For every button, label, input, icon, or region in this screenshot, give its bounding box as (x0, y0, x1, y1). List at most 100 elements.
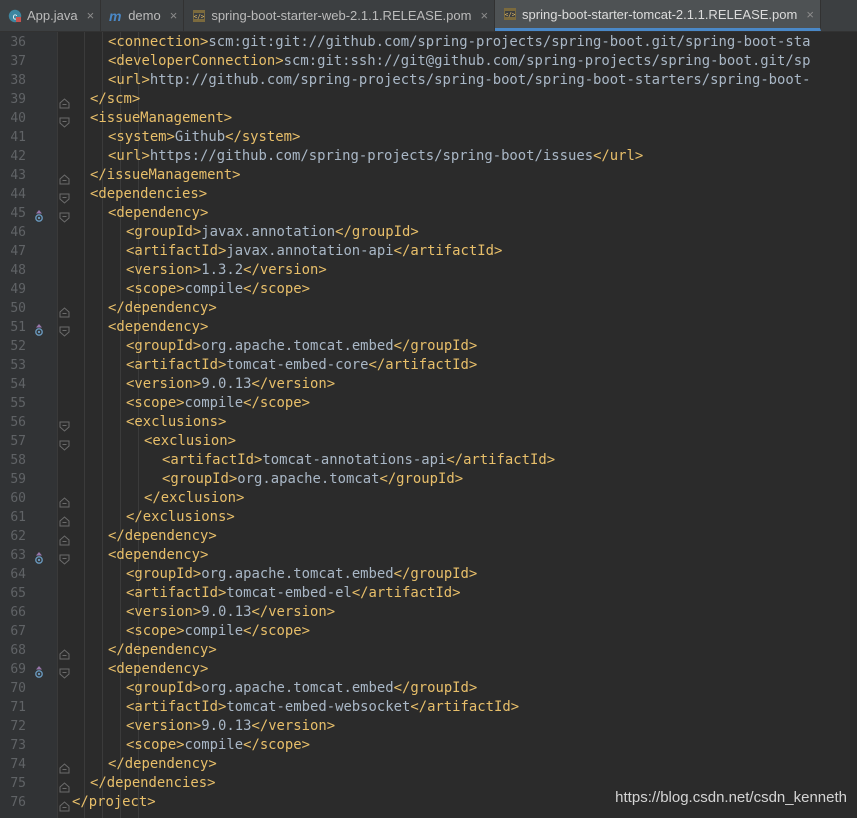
xml-tag: </project> (72, 794, 156, 810)
fold-end-icon[interactable] (59, 170, 70, 185)
xml-text: tomcat-annotations-api (262, 452, 447, 468)
fold-end-icon[interactable] (59, 531, 70, 546)
code-line: <dependency> (108, 318, 208, 337)
tab-1[interactable]: c App.java × (0, 0, 102, 31)
fold-end-icon[interactable] (59, 94, 70, 109)
code-line: <dependency> (108, 546, 208, 565)
xml-tag: <scope> (126, 623, 185, 639)
xml-tag: <issueManagement> (90, 110, 233, 126)
fold-end-icon[interactable] (59, 797, 70, 812)
xml-tag: </dependency> (108, 756, 217, 772)
xml-tag: <url> (108, 72, 150, 88)
code-line: <artifactId>tomcat-embed-core</artifactI… (126, 356, 477, 375)
xml-text: javax.annotation (201, 224, 336, 240)
line-number: 45 (10, 206, 26, 221)
fold-end-icon[interactable] (59, 778, 70, 793)
xml-text: 9.0.13 (201, 718, 252, 734)
code-line: <artifactId>tomcat-embed-el</artifactId> (126, 584, 461, 603)
fold-collapse-icon[interactable] (59, 550, 70, 565)
fold-end-icon[interactable] (59, 493, 70, 508)
xml-tag: <exclusion> (144, 433, 236, 449)
code-line: <groupId>org.apache.tomcat.embed</groupI… (126, 679, 477, 698)
overridden-dependency-icon[interactable] (33, 321, 45, 336)
overridden-dependency-icon[interactable] (33, 207, 45, 222)
tab-3[interactable]: </> spring-boot-starter-web-2.1.1.RELEASE… (184, 0, 496, 31)
code-line: <artifactId>tomcat-annotations-api</arti… (162, 451, 555, 470)
line-number: 55 (10, 396, 26, 411)
xml-tag: </groupId> (393, 566, 478, 582)
fold-collapse-icon[interactable] (59, 417, 70, 432)
overridden-dependency-icon[interactable] (33, 663, 45, 678)
java-class-icon: c (8, 9, 22, 23)
line-number: 62 (10, 529, 26, 544)
xml-text: 9.0.13 (201, 604, 252, 620)
code-line: <artifactId>tomcat-embed-websocket</arti… (126, 698, 519, 717)
code-line: </project> (72, 793, 156, 812)
line-number: 38 (10, 73, 26, 88)
line-number: 48 (10, 263, 26, 278)
code-line: <exclusions> (126, 413, 226, 432)
xml-tag: </artifactId> (446, 452, 556, 468)
xml-tag: <dependency> (108, 319, 209, 335)
xml-text: http://github.com/spring-projects/spring… (149, 72, 811, 88)
xml-text: 1.3.2 (201, 262, 244, 278)
xml-text: compile (184, 281, 244, 297)
fold-collapse-icon[interactable] (59, 322, 70, 337)
fold-end-icon[interactable] (59, 512, 70, 527)
xml-tag: </exclusion> (144, 490, 245, 506)
fold-collapse-icon[interactable] (59, 113, 70, 128)
xml-tag: </artifactId> (351, 585, 461, 601)
overridden-dependency-icon[interactable] (33, 549, 45, 564)
xml-tag: <artifactId> (126, 585, 227, 601)
xml-tag: <version> (126, 604, 202, 620)
xml-tag: </dependency> (108, 300, 217, 316)
xml-tag: <scope> (126, 737, 185, 753)
line-number: 40 (10, 111, 26, 126)
code-line: <groupId>org.apache.tomcat</groupId> (162, 470, 463, 489)
line-number: 54 (10, 377, 26, 392)
code-line: <connection>scm:git:git://github.com/spr… (108, 33, 811, 52)
line-number: 49 (10, 282, 26, 297)
maven-module-icon: m (109, 9, 123, 23)
xml-tag: <artifactId> (126, 699, 227, 715)
fold-collapse-icon[interactable] (59, 208, 70, 223)
tab-4[interactable]: </> spring-boot-starter-tomcat-2.1.1.RELE… (495, 0, 821, 31)
xml-tag: <version> (126, 376, 202, 392)
line-number: 56 (10, 415, 26, 430)
fold-collapse-icon[interactable] (59, 664, 70, 679)
line-number: 63 (10, 548, 26, 563)
indent-guide (102, 32, 103, 818)
code-line: <groupId>org.apache.tomcat.embed</groupI… (126, 337, 477, 356)
fold-collapse-icon[interactable] (59, 436, 70, 451)
tab-label: App.java (27, 8, 78, 23)
line-number: 46 (10, 225, 26, 240)
line-number: 52 (10, 339, 26, 354)
code-line: <issueManagement> (90, 109, 232, 128)
code-editor[interactable]: <connection>scm:git:git://github.com/spr… (72, 32, 857, 818)
close-icon[interactable]: × (806, 7, 814, 22)
xml-tag: <artifactId> (162, 452, 263, 468)
xml-tag: <dependency> (108, 547, 209, 563)
fold-end-icon[interactable] (59, 759, 70, 774)
close-icon[interactable]: × (170, 8, 178, 23)
xml-text: 9.0.13 (201, 376, 252, 392)
code-line: <developerConnection>scm:git:ssh://git@g… (108, 52, 811, 71)
line-number: 74 (10, 757, 26, 772)
tab-label: spring-boot-starter-tomcat-2.1.1.RELEASE… (522, 6, 798, 22)
xml-tag: <developerConnection> (108, 53, 284, 69)
xml-tag: </scope> (243, 395, 310, 411)
xml-tag: </version> (251, 604, 336, 620)
fold-end-icon[interactable] (59, 645, 70, 660)
close-icon[interactable]: × (480, 8, 488, 23)
code-line: <groupId>org.apache.tomcat.embed</groupI… (126, 565, 477, 584)
code-line: <scope>compile</scope> (126, 736, 310, 755)
line-number: 67 (10, 624, 26, 639)
code-line: <url>http://github.com/spring-projects/s… (108, 71, 811, 90)
fold-collapse-icon[interactable] (59, 189, 70, 204)
fold-end-icon[interactable] (59, 303, 70, 318)
xml-tag: <url> (108, 148, 150, 164)
code-line: <version>9.0.13</version> (126, 375, 335, 394)
tab-2[interactable]: m demo × (101, 0, 185, 31)
close-icon[interactable]: × (87, 8, 95, 23)
line-number: 57 (10, 434, 26, 449)
